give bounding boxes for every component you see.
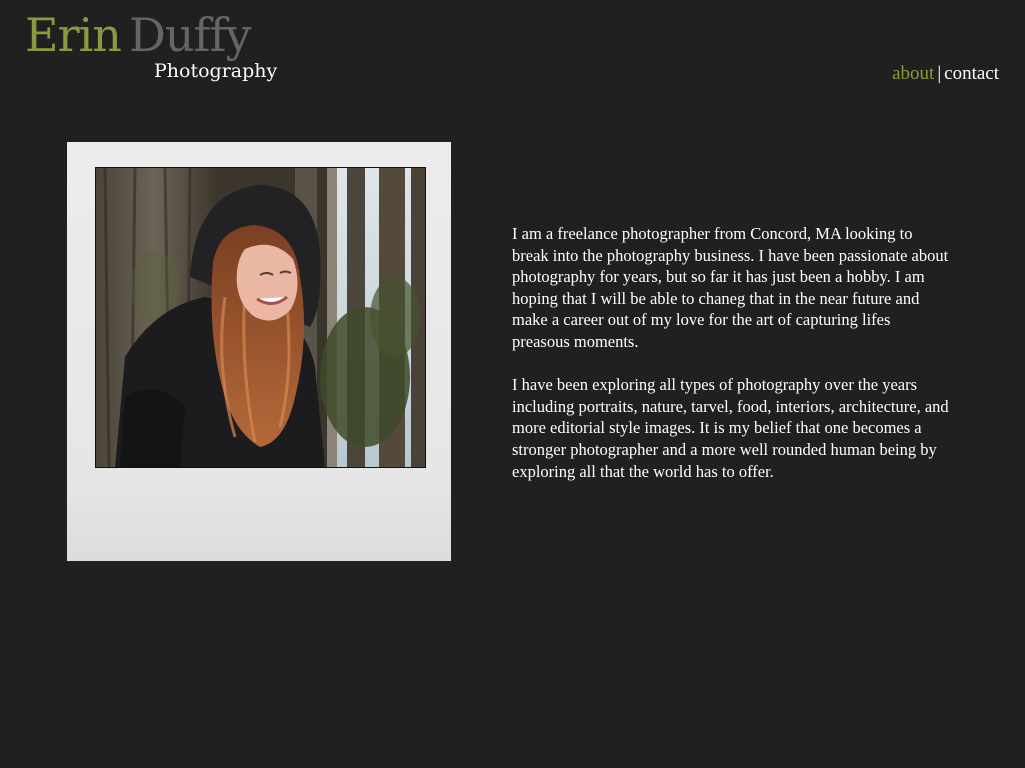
nav-link-about[interactable]: about: [892, 63, 934, 84]
site-logo[interactable]: Erin Duffy Photography: [25, 12, 285, 92]
nav-separator: |: [937, 63, 942, 84]
portrait-illustration: [95, 167, 426, 468]
polaroid-frame: [67, 142, 451, 561]
portrait-photo: [95, 167, 426, 468]
logo-subtitle: Photography: [154, 60, 278, 82]
about-text: I am a freelance photographer from Conco…: [512, 223, 952, 504]
logo-last-name: Duffy: [129, 8, 252, 62]
about-paragraph: I have been exploring all types of photo…: [512, 375, 949, 481]
logo-first-name: Erin: [25, 8, 122, 62]
main-nav: about | contact: [892, 64, 999, 83]
about-paragraph: I am a freelance photographer from Conco…: [512, 224, 949, 351]
nav-link-contact[interactable]: contact: [944, 63, 999, 84]
